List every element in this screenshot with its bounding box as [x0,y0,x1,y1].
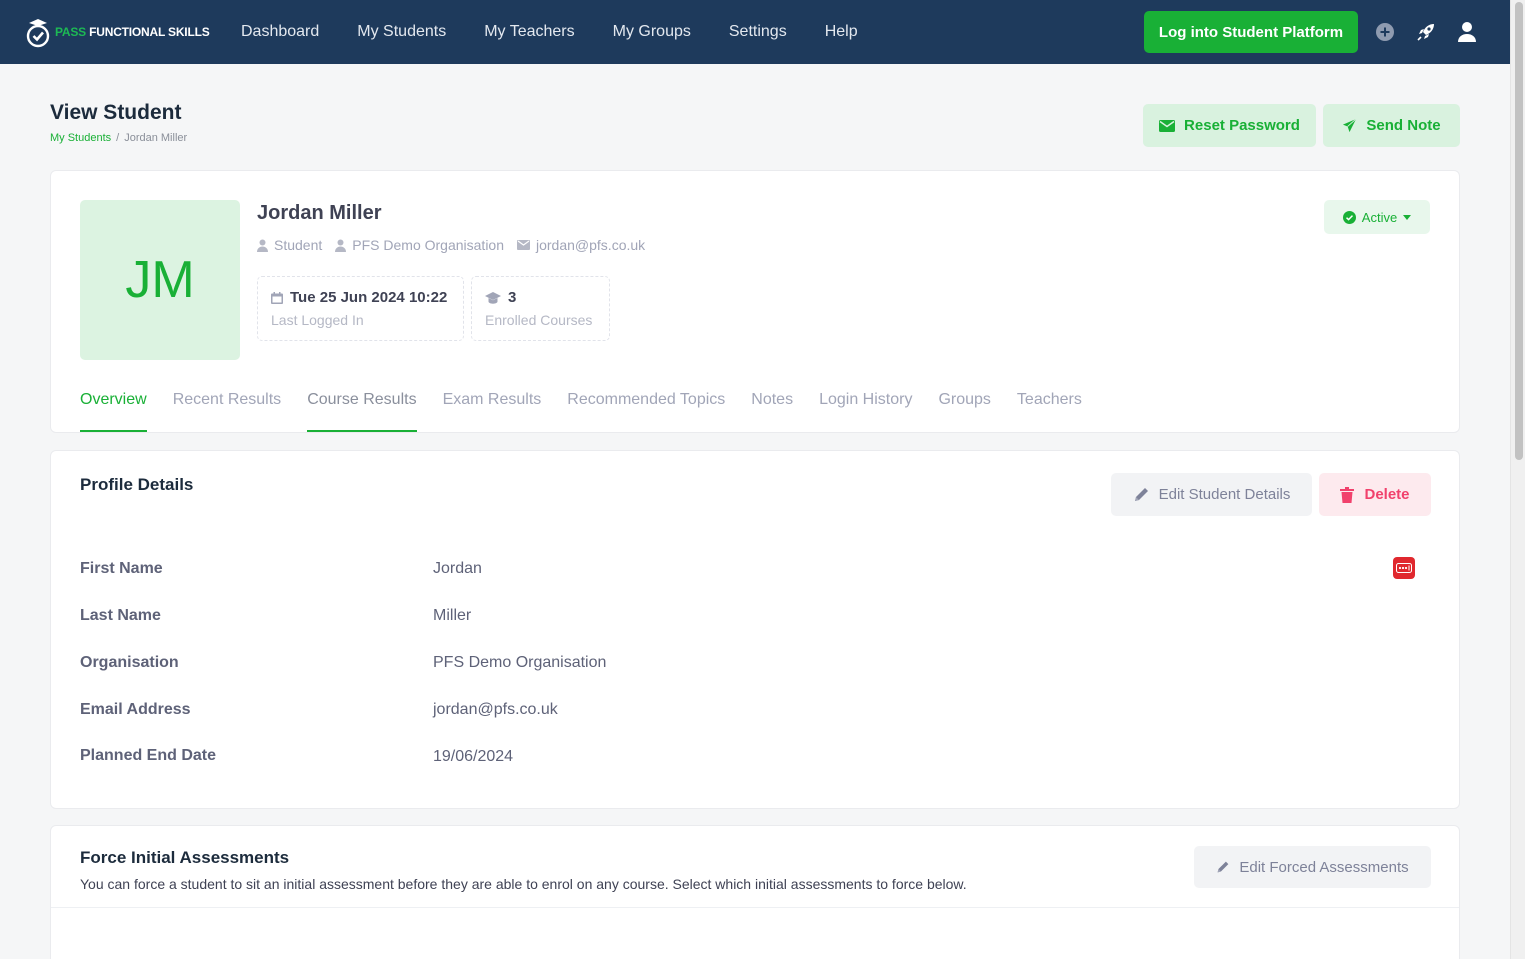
first-name-label: First Name [80,560,163,577]
force-assessments-description: You can force a student to sit an initia… [80,876,967,892]
last-name-label: Last Name [80,607,161,624]
meta-email: jordan@pfs.co.uk [517,237,645,253]
user-icon [257,239,268,252]
organisation-user-icon [335,239,347,252]
tab-notes[interactable]: Notes [751,380,793,432]
pencil-icon [1218,861,1229,873]
meta-role: Student [257,237,322,253]
breadcrumb-my-students[interactable]: My Students [50,132,111,144]
send-note-label: Send Note [1366,117,1441,134]
graduation-cap-icon [485,291,501,304]
student-name: Jordan Miller [257,202,382,224]
breadcrumb: My Students / Jordan Miller [50,132,187,144]
send-note-button[interactable]: Send Note [1323,104,1460,147]
user-account-icon[interactable] [1455,20,1479,44]
tab-course-results[interactable]: Course Results [307,380,417,432]
tab-login-history[interactable]: Login History [819,380,912,432]
first-name-value: Jordan [433,560,482,577]
breadcrumb-current: Jordan Miller [124,132,188,144]
edit-student-details-button[interactable]: Edit Student Details [1111,473,1312,516]
calendar-icon [271,291,283,304]
profile-details-title: Profile Details [80,475,194,494]
organisation-label: Organisation [80,654,179,671]
last-name-value: Miller [433,607,472,624]
nav-my-students[interactable]: My Students [357,23,446,41]
reset-password-button[interactable]: Reset Password [1143,104,1316,147]
scrollbar-thumb[interactable] [1515,2,1523,460]
add-circle-icon[interactable] [1373,20,1397,44]
envelope-icon [517,240,530,250]
last-login-label: Last Logged In [271,312,364,328]
student-tabs: Overview Recent Results Course Results E… [80,380,1108,432]
brand-logo[interactable]: PASS FUNCTIONAL SKILLS [25,16,210,48]
email-address-label: Email Address [80,701,191,718]
vertical-scrollbar[interactable] [1510,0,1525,959]
tab-overview[interactable]: Overview [80,380,147,432]
status-dropdown[interactable]: Active [1324,200,1430,234]
check-circle-icon [1342,210,1356,224]
nav-dashboard[interactable]: Dashboard [241,23,319,41]
pencil-icon [1134,488,1148,501]
tab-recent-results[interactable]: Recent Results [173,380,282,432]
tab-exam-results[interactable]: Exam Results [443,380,542,432]
force-initial-assessments-card: Force Initial Assessments You can force … [50,825,1460,959]
nav-my-teachers[interactable]: My Teachers [484,23,574,41]
delete-button[interactable]: Delete [1319,473,1431,516]
planned-end-date-label: Planned End Date [80,747,217,764]
reset-password-label: Reset Password [1184,117,1300,134]
delete-label: Delete [1364,486,1410,503]
force-assessments-title: Force Initial Assessments [80,848,290,867]
envelope-icon [1159,119,1176,132]
caret-down-icon [1403,214,1412,220]
meta-organisation: PFS Demo Organisation [335,237,504,253]
rocket-icon[interactable] [1414,20,1438,44]
planned-end-date-value: 19/06/2024 [433,748,514,765]
tab-recommended-topics[interactable]: Recommended Topics [567,380,725,432]
shield-check-logo-icon [26,19,50,48]
edit-forced-assessments-label: Edit Forced Assessments [1239,858,1409,876]
nav-my-groups[interactable]: My Groups [613,23,691,41]
profile-details-card: Profile Details Edit Student Details Del… [50,450,1460,809]
paper-plane-icon [1343,118,1357,133]
avatar: JM [80,200,240,360]
last-login-value: Tue 25 Jun 2024 10:22 [271,289,450,306]
nav-help[interactable]: Help [825,23,858,41]
tab-groups[interactable]: Groups [938,380,990,432]
top-navbar: PASS FUNCTIONAL SKILLS Dashboard My Stud… [0,0,1510,64]
brand-name: PASS FUNCTIONAL SKILLS [55,25,210,39]
main-nav: Dashboard My Students My Teachers My Gro… [241,0,896,64]
page-title: View Student [50,101,182,124]
password-manager-icon[interactable] [1393,557,1415,579]
login-student-platform-button[interactable]: Log into Student Platform [1144,11,1358,53]
email-address-value: jordan@pfs.co.uk [433,701,558,718]
card-divider [51,907,1459,908]
edit-student-details-label: Edit Student Details [1158,486,1291,503]
status-label: Active [1361,209,1398,225]
last-login-stat: Tue 25 Jun 2024 10:22 Last Logged In [257,276,464,341]
enrolled-courses-value: 3 [485,289,596,306]
enrolled-courses-stat: 3 Enrolled Courses [471,276,610,341]
student-summary-card: JM Jordan Miller Student PFS Demo Organi… [50,170,1460,433]
enrolled-courses-label: Enrolled Courses [485,312,593,328]
nav-settings[interactable]: Settings [729,23,787,41]
breadcrumb-separator: / [116,132,120,144]
organisation-value: PFS Demo Organisation [433,654,607,671]
edit-forced-assessments-button[interactable]: Edit Forced Assessments [1194,846,1431,888]
student-meta: Student PFS Demo Organisation jordan@pfs… [257,237,658,253]
tab-teachers[interactable]: Teachers [1017,380,1082,432]
trash-icon [1340,486,1355,503]
